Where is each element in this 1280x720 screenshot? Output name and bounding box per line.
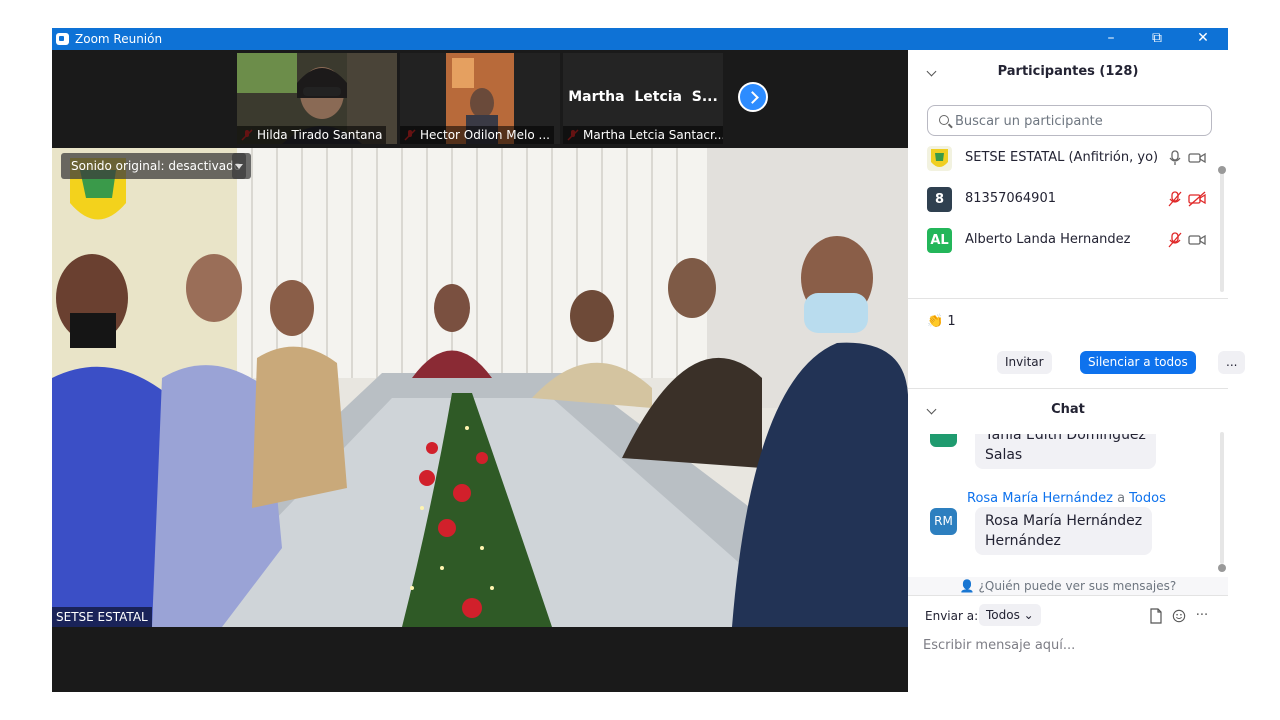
chat-recipient[interactable]: Todos (1129, 491, 1166, 506)
reaction-count: 👏 1 (927, 314, 956, 329)
main-speaker-video: Sonido original: desactivado SETSE ESTAT… (52, 148, 908, 627)
reaction-number: 1 (947, 314, 956, 329)
clap-icon: 👏 (927, 314, 944, 329)
close-button[interactable]: ✕ (1180, 28, 1226, 50)
zoom-window: Zoom Reunión – ⧉ ✕ Hilda Tirado Santana (52, 28, 1246, 692)
muted-mic-icon[interactable] (1168, 232, 1182, 248)
camera-icon[interactable] (1188, 150, 1206, 166)
participant-row[interactable]: 8 81357064901 (908, 179, 1218, 219)
conference-room-scene (52, 148, 908, 627)
send-to-dropdown[interactable]: Todos ⌄ (979, 604, 1041, 626)
participant-search[interactable] (927, 105, 1212, 136)
mic-icon[interactable] (1168, 150, 1182, 166)
participant-thumbnail[interactable]: Martha Letcia S... Martha Letcia Santacr… (563, 53, 723, 144)
restore-button[interactable]: ⧉ (1134, 28, 1180, 50)
send-to-label: Enviar a: (925, 609, 979, 623)
chat-message: Yania Edith Domínguez Salas (975, 434, 1156, 469)
participants-header: Participantes (128) (997, 64, 1139, 79)
search-icon (939, 115, 949, 125)
participant-name: 81357064901 (965, 191, 1056, 206)
participant-display-name: Martha Letcia S... (568, 89, 718, 105)
window-title: Zoom Reunión (75, 32, 163, 46)
participant-avatar: 8 (927, 187, 952, 212)
participant-thumbnail[interactable]: Hilda Tirado Santana (237, 53, 397, 144)
chat-message-line: Yania Edith Domínguez (985, 434, 1146, 443)
chat-message: Rosa María Hernández Hernández (975, 507, 1153, 555)
invite-button[interactable]: Invitar (997, 351, 1052, 374)
more-icon[interactable]: ··· (1195, 608, 1209, 624)
video-area: Hilda Tirado Santana Hector Odilon Melo … (52, 50, 908, 692)
minimize-button[interactable]: – (1088, 28, 1134, 50)
send-to-value: Todos (986, 608, 1020, 622)
participant-row[interactable]: AL Alberto Landa Hernandez (908, 220, 1218, 260)
participant-name: Hector Odilon Melo ... (400, 126, 554, 144)
participant-name: SETSE ESTATAL (Anfitrión, yo) (965, 150, 1159, 165)
speaker-label: SETSE ESTATAL (52, 607, 152, 627)
muted-mic-icon[interactable] (1168, 191, 1182, 207)
chat-sender[interactable]: Rosa María Hernández (967, 491, 1113, 506)
participant-row[interactable]: SETSE ESTATAL (Anfitrión, yo) (908, 138, 1218, 178)
chevron-down-icon: ⌄ (1023, 608, 1034, 622)
scroll-down-handle[interactable] (1218, 564, 1226, 572)
original-sound-toggle[interactable]: Sonido original: desactivado (61, 153, 252, 179)
camera-off-icon[interactable] (1188, 191, 1206, 207)
chat-header: Chat (1051, 402, 1085, 417)
host-logo-avatar (927, 146, 952, 171)
sound-options-dropdown-icon[interactable] (232, 153, 246, 179)
camera-icon[interactable] (1188, 232, 1206, 248)
divider (908, 595, 1228, 596)
chat-message-input[interactable] (923, 634, 1218, 656)
who-can-see-label: ¿Quién puede ver sus mensajes? (978, 579, 1177, 593)
title-bar: Zoom Reunión – ⧉ ✕ (52, 28, 1228, 50)
participant-thumbnail[interactable]: Hector Odilon Melo ... (400, 53, 560, 144)
zoom-app-icon (56, 33, 69, 45)
participant-search-input[interactable] (955, 111, 1205, 131)
file-icon[interactable] (1149, 608, 1163, 624)
participant-avatar: AL (927, 228, 952, 253)
chat-message-line: Salas (985, 447, 1023, 463)
participants-scrollbar[interactable] (1220, 170, 1224, 292)
chat-avatar: RM (930, 508, 957, 535)
mute-all-button[interactable]: Silenciar a todos (1080, 351, 1196, 374)
participant-name: Alberto Landa Hernandez (965, 232, 1131, 247)
side-panel: Participantes (128) SETSE ESTATAL (Anfit… (908, 50, 1246, 692)
emoji-icon[interactable] (1172, 608, 1186, 624)
scroll-up-handle[interactable] (1218, 166, 1226, 174)
chat-to-word: a (1117, 491, 1126, 506)
person-lock-icon: 👤 (959, 579, 975, 593)
chat-message-line: Hernández (985, 533, 1061, 549)
next-page-arrow-icon[interactable] (738, 82, 768, 112)
chat-messages: Yania Edith Domínguez Salas Rosa María H… (908, 434, 1220, 574)
participant-name: Hilda Tirado Santana (237, 126, 387, 144)
chat-sender-line: Rosa María Hernández a Todos (967, 491, 1166, 506)
chat-scrollbar[interactable] (1220, 432, 1224, 564)
chat-avatar (930, 434, 957, 447)
more-options-button[interactable]: ... (1218, 351, 1246, 374)
participant-name: Martha Letcia Santacr... (563, 126, 723, 144)
who-can-see-messages[interactable]: 👤 ¿Quién puede ver sus mensajes? (908, 577, 1228, 595)
chat-message-line: Rosa María Hernández (985, 513, 1143, 529)
divider (908, 298, 1228, 299)
divider (908, 388, 1228, 389)
